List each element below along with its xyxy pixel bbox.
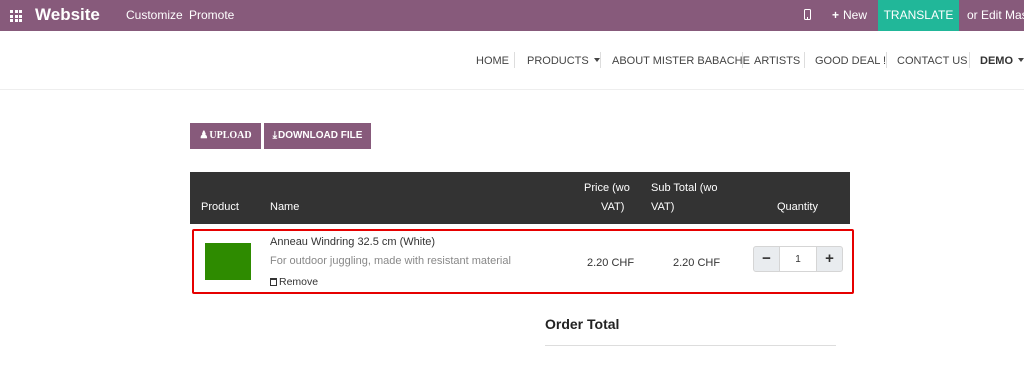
nav-divider — [969, 52, 970, 68]
line-price: 2.20 CHF — [587, 257, 635, 269]
quantity-decrease-button[interactable]: − — [753, 246, 780, 272]
header-name: Name — [270, 201, 300, 213]
header-product: Product — [201, 201, 239, 213]
upload-button[interactable]: ♟UPLOAD — [190, 123, 261, 149]
header-subtotal-line1: Sub Total (wo — [651, 182, 718, 194]
product-thumbnail[interactable] — [205, 243, 251, 280]
download-icon: ⤓ — [272, 130, 277, 141]
translate-button[interactable]: TRANSLATE — [878, 0, 959, 31]
quantity-increase-button[interactable]: + — [816, 246, 843, 272]
header-quantity: Quantity — [777, 201, 818, 213]
nav-artists[interactable]: ARTISTS — [754, 55, 800, 67]
new-button-label: New — [843, 8, 868, 22]
header-price-line2: VAT) — [601, 201, 625, 213]
quantity-stepper: − 1 + — [753, 246, 843, 272]
nav-about[interactable]: ABOUT MISTER BABACHE — [612, 55, 750, 67]
nav-products[interactable]: PRODUCTS — [527, 55, 600, 67]
header-price-line1: Price (wo — [584, 182, 630, 194]
nav-divider — [742, 52, 743, 68]
remove-line-link[interactable]: Remove — [270, 276, 318, 288]
download-file-button[interactable]: ⤓DOWNLOAD FILE — [264, 123, 371, 149]
nav-user-menu[interactable]: DEMO — [980, 55, 1024, 67]
chevron-down-icon — [593, 58, 600, 62]
nav-divider — [600, 52, 601, 68]
product-name-link[interactable]: Anneau Windring 32.5 cm (White) — [270, 236, 435, 248]
divider — [545, 345, 836, 346]
nav-products-label: PRODUCTS — [527, 55, 589, 67]
quantity-input[interactable]: 1 — [780, 246, 816, 272]
remove-label: Remove — [279, 276, 319, 288]
header-subtotal-line2: VAT) — [651, 201, 675, 213]
line-subtotal: 2.20 CHF — [673, 257, 721, 269]
admin-topbar: Website Customize Promote + New TRANSLATE… — [0, 0, 1024, 31]
mobile-preview-icon[interactable] — [804, 9, 811, 20]
menu-promote[interactable]: Promote — [189, 8, 234, 22]
menu-customize[interactable]: Customize — [126, 8, 183, 22]
edit-master-link[interactable]: or Edit Maste — [967, 8, 1024, 22]
order-total-heading: Order Total — [545, 316, 620, 332]
nav-home[interactable]: HOME — [476, 55, 509, 67]
nav-user-label: DEMO — [980, 55, 1013, 67]
trash-icon — [270, 278, 277, 286]
nav-contact[interactable]: CONTACT US — [897, 55, 968, 67]
cart-table-header: Product Name Price (wo VAT) Sub Total (w… — [190, 172, 850, 224]
plus-icon: + — [832, 8, 840, 22]
upload-button-label: UPLOAD — [209, 130, 252, 141]
nav-divider — [514, 52, 515, 68]
upload-user-icon: ♟ — [199, 130, 209, 141]
nav-divider — [804, 52, 805, 68]
nav-good-deal[interactable]: GOOD DEAL ! — [815, 55, 886, 67]
apps-grid-icon[interactable] — [10, 10, 22, 22]
nav-divider — [886, 52, 887, 68]
product-description: For outdoor juggling, made with resistan… — [270, 255, 511, 267]
main-navigation: HOME PRODUCTS ABOUT MISTER BABACHE ARTIS… — [0, 31, 1024, 90]
new-button[interactable]: + New — [832, 8, 867, 22]
app-title[interactable]: Website — [35, 5, 100, 25]
download-button-label: DOWNLOAD FILE — [277, 130, 363, 141]
chevron-down-icon — [1018, 58, 1024, 62]
